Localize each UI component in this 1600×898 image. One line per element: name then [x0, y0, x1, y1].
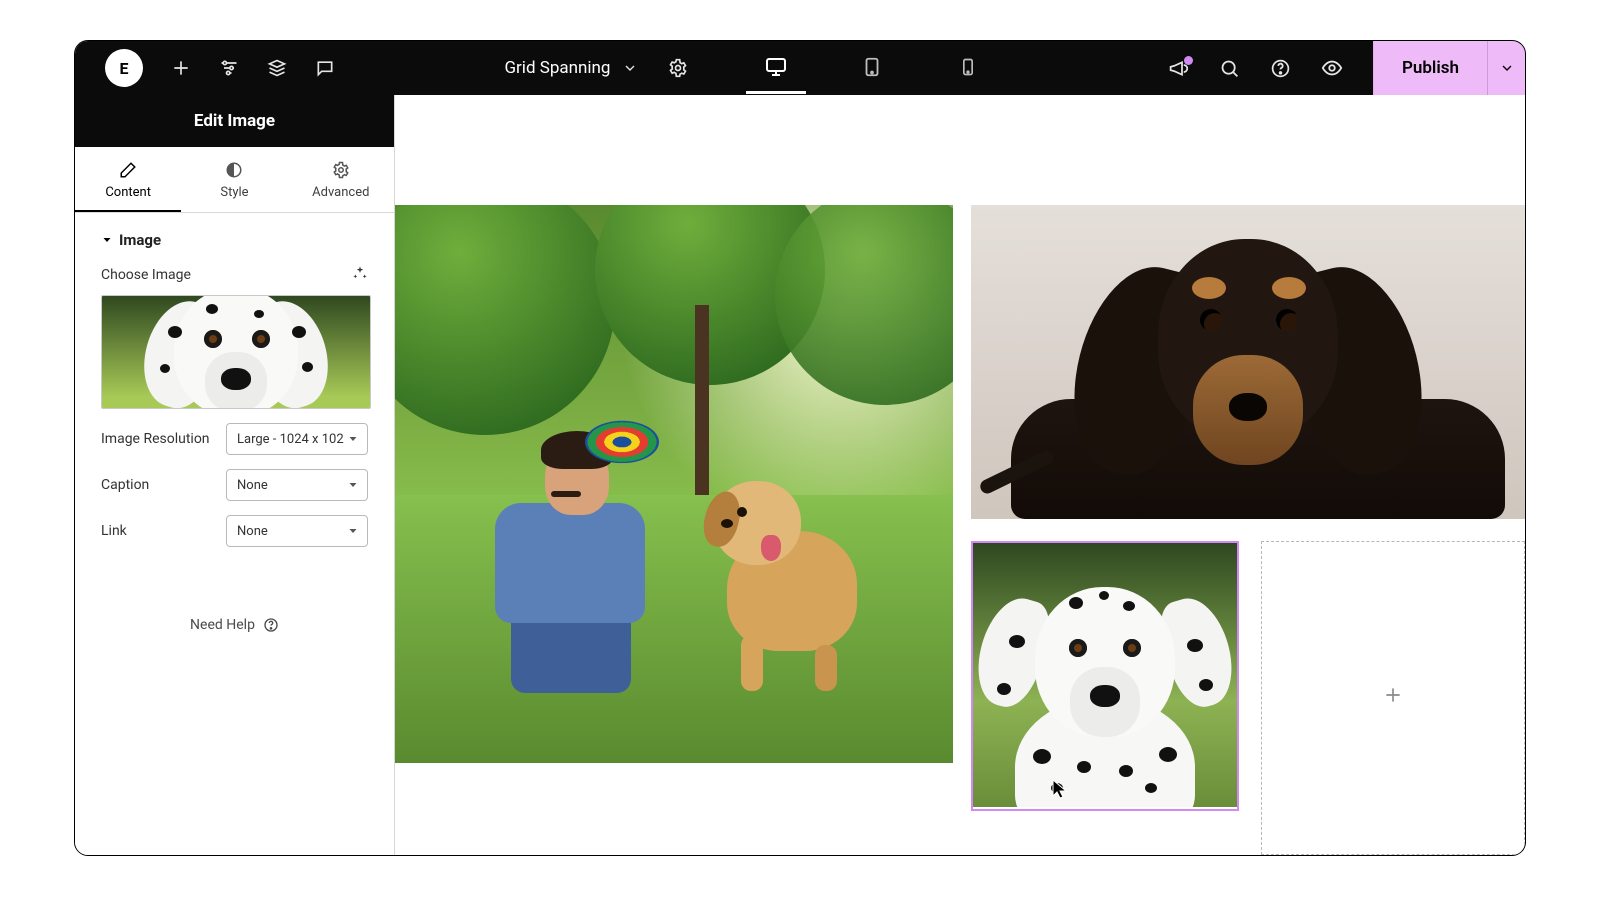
tab-content[interactable]: Content	[75, 147, 181, 212]
app-frame: E Grid Spanning	[74, 40, 1526, 856]
caret-down-icon	[101, 234, 113, 246]
tab-advanced[interactable]: Advanced	[288, 147, 394, 212]
image-widget-dalmatian-selected[interactable]	[971, 541, 1239, 811]
need-help-label: Need Help	[190, 617, 255, 633]
publish-button[interactable]: Publish	[1373, 41, 1487, 95]
image-widget-dachshund[interactable]	[971, 205, 1525, 519]
panel-title-text: Edit Image	[194, 111, 275, 131]
section-image-toggle[interactable]: Image	[101, 231, 368, 249]
resolution-row: Image Resolution Large - 1024 x 102	[101, 423, 368, 455]
publish-options-dropdown[interactable]	[1487, 41, 1525, 95]
editor-canvas[interactable]	[395, 95, 1525, 855]
whats-new-megaphone-icon[interactable]	[1168, 58, 1189, 79]
help-icon[interactable]	[1270, 58, 1291, 79]
topbar-center: Grid Spanning	[335, 42, 1168, 94]
document-dropdown-icon[interactable]	[622, 60, 638, 76]
caption-label: Caption	[101, 477, 149, 493]
thumbnail-art	[102, 296, 370, 408]
pencil-icon	[119, 161, 137, 179]
caption-row: Caption None	[101, 469, 368, 501]
finder-search-icon[interactable]	[1219, 58, 1240, 79]
choose-image-row: Choose Image	[101, 265, 368, 285]
image-resolution-select[interactable]: Large - 1024 x 102	[226, 423, 368, 455]
section-image-title: Image	[119, 231, 161, 249]
grid-column-1	[395, 205, 953, 855]
chevron-down-icon	[347, 433, 359, 445]
half-circle-icon	[225, 161, 243, 179]
device-mobile[interactable]	[938, 42, 998, 94]
tab-style-label: Style	[220, 185, 248, 200]
grid-container	[395, 205, 1525, 855]
publish-label: Publish	[1402, 58, 1459, 78]
device-tablet[interactable]	[842, 42, 902, 94]
elementor-logo[interactable]: E	[105, 49, 143, 87]
topbar-left: E	[75, 49, 335, 87]
panel-title: Edit Image	[75, 95, 394, 147]
responsive-devices	[746, 42, 998, 94]
panel-tabs: Content Style Advanced	[75, 147, 394, 213]
grid-column-2	[971, 205, 1525, 855]
chevron-down-icon	[347, 525, 359, 537]
dalmatian-art	[973, 543, 1237, 807]
empty-grid-cell-add[interactable]	[1261, 541, 1525, 855]
topbar-right: Publish	[1168, 41, 1525, 95]
link-label: Link	[101, 523, 127, 539]
tab-style[interactable]: Style	[181, 147, 287, 212]
device-desktop[interactable]	[746, 42, 806, 94]
image-thumbnail[interactable]	[101, 295, 371, 409]
park-art	[395, 205, 953, 763]
gear-icon	[332, 161, 350, 179]
link-row: Link None	[101, 515, 368, 547]
panel-body: Image Choose Image	[75, 213, 394, 651]
link-value: None	[237, 524, 268, 539]
site-settings-icon[interactable]	[219, 58, 239, 78]
image-resolution-value: Large - 1024 x 102	[237, 432, 344, 447]
app-body: Edit Image Content Style Advanced	[75, 95, 1525, 855]
editor-panel: Edit Image Content Style Advanced	[75, 95, 395, 855]
question-circle-icon	[263, 617, 279, 633]
dachshund-art	[971, 205, 1525, 519]
image-resolution-label: Image Resolution	[101, 431, 210, 447]
need-help-link[interactable]: Need Help	[101, 617, 368, 633]
tab-content-label: Content	[105, 185, 151, 200]
grid-row-2	[971, 541, 1525, 855]
notes-icon[interactable]	[315, 58, 335, 78]
add-element-icon[interactable]	[171, 58, 191, 78]
link-select[interactable]: None	[226, 515, 368, 547]
preview-eye-icon[interactable]	[1321, 57, 1343, 79]
ai-regenerate-icon[interactable]	[352, 265, 368, 285]
tab-advanced-label: Advanced	[312, 185, 369, 200]
choose-image-label: Choose Image	[101, 267, 191, 283]
caption-value: None	[237, 478, 268, 493]
image-widget-man-with-dog[interactable]	[395, 205, 953, 763]
document-name[interactable]: Grid Spanning	[504, 58, 610, 78]
publish-group: Publish	[1373, 41, 1525, 95]
caption-select[interactable]: None	[226, 469, 368, 501]
structure-icon[interactable]	[267, 58, 287, 78]
page-settings-cog-icon[interactable]	[668, 58, 688, 78]
logo-letter: E	[120, 59, 129, 78]
plus-icon	[1383, 685, 1403, 711]
notification-dot	[1184, 56, 1193, 65]
top-bar: E Grid Spanning	[75, 41, 1525, 95]
chevron-down-icon	[347, 479, 359, 491]
